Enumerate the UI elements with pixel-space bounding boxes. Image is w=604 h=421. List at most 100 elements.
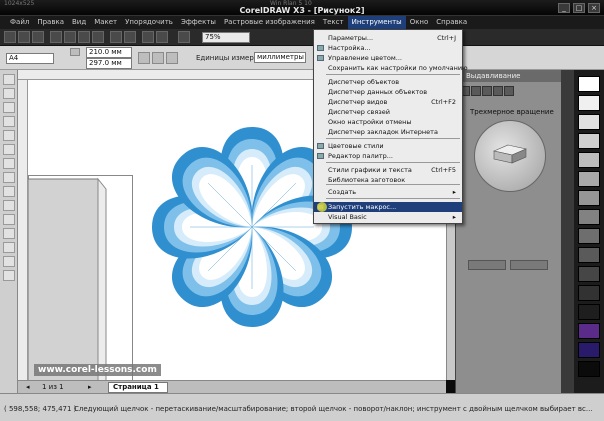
- menu-item-label: Сохранить как настройки по умолчанию: [328, 64, 468, 72]
- current-page-icon[interactable]: [166, 52, 178, 64]
- extrude-rotation-icon[interactable]: [471, 86, 481, 96]
- palette-swatch[interactable]: [578, 76, 600, 92]
- paper-type-select[interactable]: A4: [6, 53, 54, 64]
- tools-menu-item[interactable]: Диспетчер видов Ctrl+F2: [314, 97, 462, 107]
- polygon-tool-icon[interactable]: [3, 186, 15, 197]
- palette-swatch[interactable]: [578, 361, 600, 377]
- basic-shapes-icon[interactable]: [3, 200, 15, 211]
- docker-tab-strip[interactable]: [561, 70, 574, 393]
- tools-menu-item[interactable]: Стили графики и текста Ctrl+F5: [314, 165, 462, 175]
- eyedropper-icon[interactable]: [3, 242, 15, 253]
- new-icon[interactable]: [4, 31, 16, 43]
- export-icon[interactable]: [156, 31, 168, 43]
- palette-swatch[interactable]: [578, 342, 600, 358]
- edit-button[interactable]: [468, 260, 506, 270]
- menu-item-label: Стили графики и текста: [328, 166, 412, 174]
- page-tab[interactable]: Страница 1: [108, 382, 168, 393]
- minimize-button[interactable]: _: [558, 3, 570, 13]
- ellipse-tool-icon[interactable]: [3, 172, 15, 183]
- tools-menu-item[interactable]: Редактор палитр...: [314, 151, 462, 161]
- palette-swatch[interactable]: [578, 133, 600, 149]
- rectangle-tool-icon[interactable]: [3, 158, 15, 169]
- menu-effects[interactable]: Эффекты: [177, 16, 220, 29]
- palette-swatch[interactable]: [578, 285, 600, 301]
- tools-menu-item[interactable]: Управление цветом...: [314, 53, 462, 63]
- paste-icon[interactable]: [92, 31, 104, 43]
- palette-swatch[interactable]: [578, 323, 600, 339]
- application-launcher-icon[interactable]: [178, 31, 190, 43]
- tools-menu-item[interactable]: Библиотека заготовок: [314, 175, 462, 185]
- menu-tools[interactable]: Инструменты: [347, 16, 406, 29]
- tools-menu-item[interactable]: Диспетчер объектов: [314, 77, 462, 87]
- tools-menu-item[interactable]: Диспетчер закладок Интернета: [314, 127, 462, 137]
- palette-swatch[interactable]: [578, 209, 600, 225]
- freehand-tool-icon[interactable]: [3, 130, 15, 141]
- palette-swatch[interactable]: [578, 114, 600, 130]
- tools-menu-item[interactable]: Диспетчер данных объектов: [314, 87, 462, 97]
- palette-swatch[interactable]: [578, 228, 600, 244]
- maximize-button[interactable]: □: [573, 3, 585, 13]
- menu-text[interactable]: Текст: [319, 16, 348, 29]
- landscape-icon[interactable]: [138, 52, 150, 64]
- open-icon[interactable]: [18, 31, 30, 43]
- shape-tool-icon[interactable]: [3, 88, 15, 99]
- menu-view[interactable]: Вид: [68, 16, 90, 29]
- cut-icon[interactable]: [64, 31, 76, 43]
- menu-edit[interactable]: Правка: [33, 16, 68, 29]
- apply-button[interactable]: [510, 260, 548, 270]
- text-tool-icon[interactable]: [3, 214, 15, 225]
- menu-bitmaps[interactable]: Растровые изображения: [220, 16, 319, 29]
- tools-menu-item[interactable]: Цветовые стили: [314, 141, 462, 151]
- menu-window[interactable]: Окно: [406, 16, 433, 29]
- menu-separator: [326, 162, 460, 163]
- smart-fill-icon[interactable]: [3, 144, 15, 155]
- menu-layout[interactable]: Макет: [90, 16, 121, 29]
- copy-icon[interactable]: [78, 31, 90, 43]
- book-object[interactable]: [28, 177, 130, 380]
- page-height-field[interactable]: 297.0 мм: [86, 58, 132, 69]
- zoom-tool-icon[interactable]: [3, 116, 15, 127]
- menu-item-label: Цветовые стили: [328, 142, 384, 150]
- import-icon[interactable]: [142, 31, 154, 43]
- tools-menu-item[interactable]: Запустить макрос...: [314, 202, 462, 212]
- palette-swatch[interactable]: [578, 266, 600, 282]
- palette-swatch[interactable]: [578, 95, 600, 111]
- zoom-select[interactable]: 75%: [202, 32, 250, 43]
- palette-swatch[interactable]: [578, 152, 600, 168]
- extrude-bevel-icon[interactable]: [504, 86, 514, 96]
- palette-swatch[interactable]: [578, 247, 600, 263]
- undo-icon[interactable]: [110, 31, 122, 43]
- interactive-tool-icon[interactable]: [3, 228, 15, 239]
- units-select[interactable]: миллиметры: [254, 52, 306, 63]
- fill-tool-icon[interactable]: [3, 270, 15, 281]
- page-width-field[interactable]: 210.0 мм: [86, 47, 132, 58]
- tools-menu-item[interactable]: Диспетчер связей: [314, 107, 462, 117]
- redo-icon[interactable]: [124, 31, 136, 43]
- tools-menu-item[interactable]: Параметры... Ctrl+J: [314, 33, 462, 43]
- tools-menu-item[interactable]: Visual Basic ▸: [314, 212, 462, 222]
- tools-menu-item[interactable]: Настройка...: [314, 43, 462, 53]
- first-page-icon[interactable]: ◂: [26, 383, 30, 391]
- save-icon[interactable]: [32, 31, 44, 43]
- menu-file[interactable]: Файл: [6, 16, 33, 29]
- tools-menu-item[interactable]: Создать ▸: [314, 187, 462, 197]
- menu-help[interactable]: Справка: [432, 16, 471, 29]
- tools-menu-item[interactable]: Окно настройки отмены: [314, 117, 462, 127]
- portrait-icon[interactable]: [70, 48, 80, 56]
- palette-swatch[interactable]: [578, 171, 600, 187]
- palette-swatch[interactable]: [578, 304, 600, 320]
- tools-menu-item[interactable]: Сохранить как настройки по умолчанию: [314, 63, 468, 73]
- extrude-color-icon[interactable]: [493, 86, 503, 96]
- palette-swatch[interactable]: [578, 190, 600, 206]
- extrude-light-icon[interactable]: [482, 86, 492, 96]
- crop-tool-icon[interactable]: [3, 102, 15, 113]
- pick-tool-icon[interactable]: [3, 74, 15, 85]
- menu-item-icon: [317, 55, 324, 61]
- close-button[interactable]: ×: [588, 3, 600, 13]
- menu-item-shortcut: Ctrl+F5: [431, 166, 456, 174]
- next-page-icon[interactable]: ▸: [88, 383, 92, 391]
- all-pages-icon[interactable]: [152, 52, 164, 64]
- menu-arrange[interactable]: Упорядочить: [121, 16, 177, 29]
- outline-tool-icon[interactable]: [3, 256, 15, 267]
- print-icon[interactable]: [50, 31, 62, 43]
